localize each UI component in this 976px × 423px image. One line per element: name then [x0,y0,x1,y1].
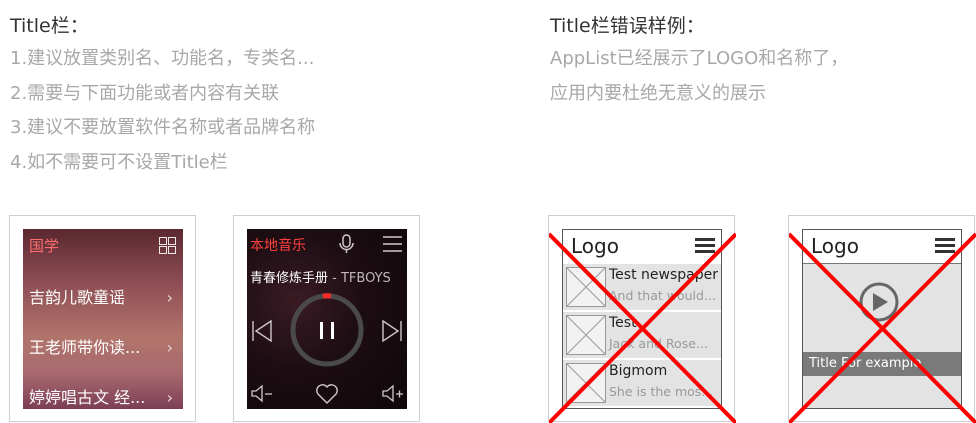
chevron-right-icon: › [167,373,173,409]
guideline-line: 4.如不需要可不设置Title栏 [10,146,315,181]
guidelines-column: Title栏： 1.建议放置类别名、功能名，专类名... 2.需要与下面功能或者… [10,10,315,180]
list-item-label: 婷婷唱古文 经... [29,388,145,407]
grid-icon[interactable] [159,237,175,253]
list-item[interactable]: 王老师带你读... › [29,323,177,373]
red-cross-mark [549,216,736,423]
guideline-line: 1.建议放置类别名、功能名，专类名... [10,42,315,77]
bad-example-line: 应用内要杜绝无意义的展示 [550,77,848,112]
next-icon[interactable] [383,321,401,341]
chevron-right-icon: › [167,273,173,323]
bad-examples-heading: Title栏错误样例： [550,10,848,42]
microphone-icon[interactable] [340,235,353,253]
guideline-line: 3.建议不要放置软件名称或者品牌名称 [10,111,315,146]
bad-examples-column: Title栏错误样例： AppList已经展示了LOGO和名称了， 应用内要杜绝… [550,10,848,111]
heart-icon[interactable] [317,385,337,403]
list-item-label: 王老师带你读... [29,338,140,357]
bad-example-list: Logo Test newspaper And that would... Te… [548,215,735,422]
volume-up-icon[interactable] [383,386,403,401]
bad-example-line: AppList已经展示了LOGO和名称了， [550,42,848,77]
chevron-right-icon: › [167,323,173,373]
app-example-guoxue: 国学 吉韵儿歌童谣 › 王老师带你读... › 婷婷唱古文 经... › [9,215,196,422]
list-item[interactable]: 吉韵儿歌童谣 › [29,273,177,323]
guoxue-title: 国学 [29,235,59,256]
music-screen: 本地音乐 [247,229,407,409]
song-artist: - TFBOYS [328,271,391,286]
song-title: 青春修炼手册 [250,271,328,286]
list-item[interactable]: 婷婷唱古文 经... › [29,373,177,409]
music-controls [247,229,407,409]
bad-example-video: Logo Title For example [788,215,975,422]
guidelines-heading: Title栏： [10,10,315,42]
guideline-line: 2.需要与下面功能或者内容有关联 [10,77,315,112]
menu-icon[interactable] [383,237,402,251]
list-item-label: 吉韵儿歌童谣 [29,288,125,307]
now-playing: 青春修炼手册 - TFBOYS [250,267,391,286]
guoxue-screen: 国学 吉韵儿歌童谣 › 王老师带你读... › 婷婷唱古文 经... › [23,229,183,409]
progress-ring [293,296,361,364]
volume-down-icon[interactable] [252,386,272,401]
red-cross-mark [789,216,976,423]
pause-icon[interactable] [320,322,334,339]
previous-icon[interactable] [253,321,271,341]
app-example-music: 本地音乐 [233,215,420,422]
